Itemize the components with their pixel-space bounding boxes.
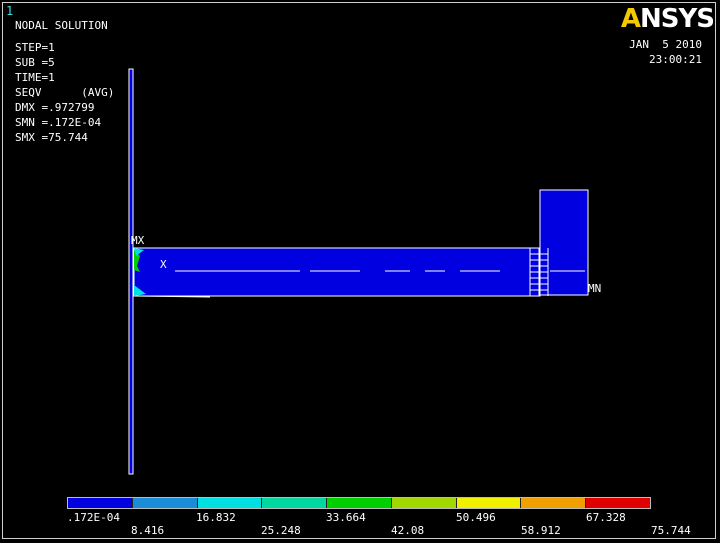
legend-color-segment — [327, 498, 392, 508]
legend-color-segment — [391, 498, 457, 508]
legend-tick: 16.832 — [196, 511, 236, 524]
legend-tick: 75.744 — [651, 524, 691, 537]
legend-tick: 50.496 — [456, 511, 496, 524]
legend-tick: .172E-04 — [67, 511, 120, 524]
legend-color-segment — [262, 498, 328, 508]
legend-color-segment — [68, 498, 133, 508]
max-marker: MX — [131, 234, 145, 247]
legend-tick: 42.08 — [391, 524, 425, 537]
legend-color-segment — [197, 498, 263, 508]
min-marker: MN — [588, 282, 602, 295]
legend-tick: 58.912 — [521, 524, 561, 537]
legend-color-segment — [521, 498, 587, 508]
legend-tick: 67.328 — [586, 511, 626, 524]
legend-tick: 8.416 — [131, 524, 165, 537]
node-marker-x: X — [160, 258, 167, 271]
end-block — [539, 189, 589, 296]
legend-color-segment — [586, 498, 651, 508]
legend-color-segment — [132, 498, 198, 508]
horizontal-beam — [133, 247, 541, 297]
legend-color-segment — [456, 498, 522, 508]
fe-model-plot — [128, 68, 589, 475]
vertical-plate — [128, 68, 134, 475]
legend-tick: 33.664 — [326, 511, 366, 524]
legend-tick: 25.248 — [261, 524, 301, 537]
contour-legend-bar — [67, 497, 651, 509]
